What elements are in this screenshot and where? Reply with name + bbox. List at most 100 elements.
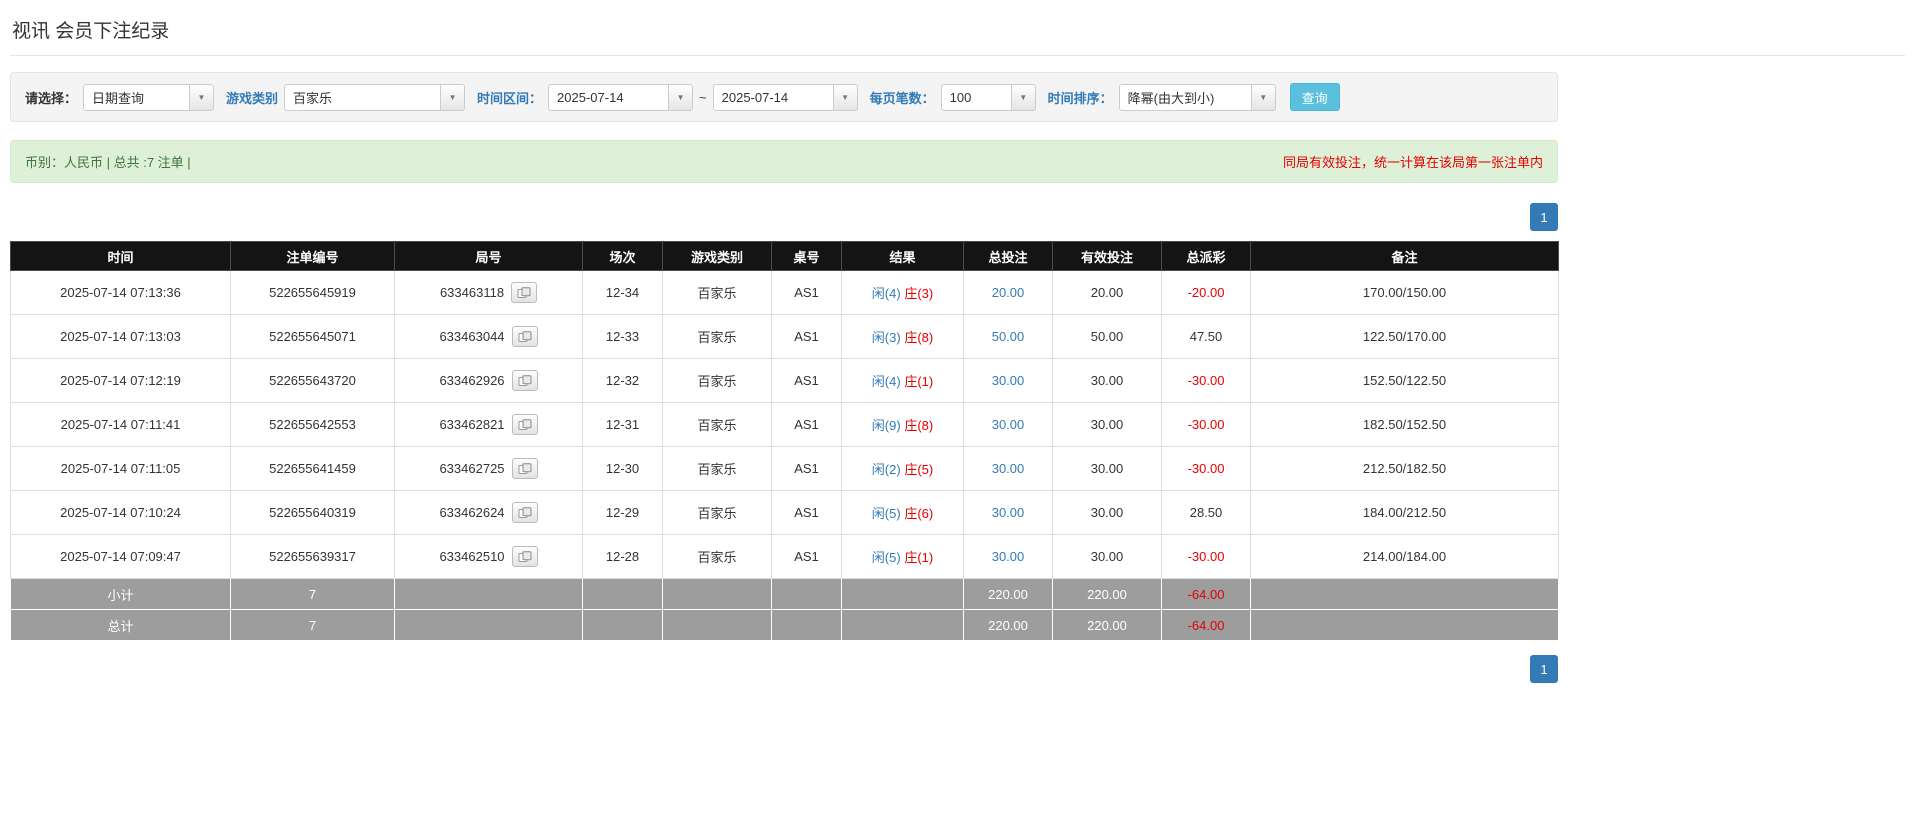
search-button[interactable]: 查询 xyxy=(1289,83,1340,111)
game-type-cell: 百家乐 xyxy=(662,358,772,403)
game-type-input[interactable] xyxy=(284,83,441,111)
bet-time-cell: 2025-07-14 07:11:05 xyxy=(10,446,231,491)
round-id-text: 633463044 xyxy=(439,329,505,344)
page-number-button[interactable]: 1 xyxy=(1530,655,1558,683)
bet-time-cell: 2025-07-14 07:13:36 xyxy=(10,270,231,315)
round-replay-button[interactable] xyxy=(511,414,538,435)
bet-time-cell: 2025-07-14 07:11:41 xyxy=(10,402,231,447)
sort-order-combobox[interactable]: ▼ xyxy=(1118,83,1276,111)
round-replay-button[interactable] xyxy=(511,458,538,479)
page-number-button[interactable]: 1 xyxy=(1530,203,1558,231)
payout-cell: -30.00 xyxy=(1161,358,1251,403)
column-header: 备注 xyxy=(1250,241,1559,271)
date-to-input[interactable] xyxy=(712,83,833,111)
round-id-text: 633462624 xyxy=(439,505,505,520)
round-replay-button[interactable] xyxy=(511,546,538,567)
result-player: 闲(5) xyxy=(871,506,901,521)
page-size-input[interactable] xyxy=(940,83,1011,111)
total-bet-link[interactable]: 30.00 xyxy=(992,461,1025,476)
subtotal-count: 7 xyxy=(230,578,395,610)
query-mode-combobox[interactable]: ▼ xyxy=(83,83,215,111)
total-bet-cell: 30.00 xyxy=(963,490,1053,535)
total-bet-link[interactable]: 30.00 xyxy=(992,549,1025,564)
sort-order-caret-button[interactable]: ▼ xyxy=(1250,83,1276,111)
subtotal-payout: -64.00 xyxy=(1161,578,1251,610)
result-banker: 庄(6) xyxy=(904,506,934,521)
pagination-top: 1 xyxy=(10,203,1558,231)
page-size-combobox[interactable]: ▼ xyxy=(940,83,1036,111)
session-cell: 12-33 xyxy=(582,314,663,359)
table-number-cell: AS1 xyxy=(771,314,842,359)
result-player: 闲(5) xyxy=(871,550,901,565)
date-from-caret-button[interactable]: ▼ xyxy=(668,83,694,111)
payout-cell: 28.50 xyxy=(1161,490,1251,535)
bet-id-cell: 522655640319 xyxy=(230,490,395,535)
currency-summary-text: 币别：人民币 | 总共 :7 注单 | xyxy=(25,155,191,170)
round-id-text: 633463118 xyxy=(439,285,505,300)
column-header: 场次 xyxy=(582,241,663,271)
total-bet-cell: 20.00 xyxy=(963,270,1053,315)
query-mode-input[interactable] xyxy=(83,83,190,111)
session-cell: 12-28 xyxy=(582,534,663,579)
date-to-combobox[interactable]: ▼ xyxy=(712,83,858,111)
cards-icon xyxy=(518,418,532,430)
column-header: 总派彩 xyxy=(1161,241,1251,271)
chevron-down-icon: ▼ xyxy=(676,92,685,102)
filter-bar: 请选择： ▼ 游戏类别 ▼ 时间区间： ▼ ~ ▼ 每页笔数： ▼ 时间排序： … xyxy=(10,72,1558,122)
result-cell: 闲(9) 庄(8) xyxy=(841,402,964,447)
date-to-caret-button[interactable]: ▼ xyxy=(832,83,858,111)
table-row: 2025-07-14 07:12:19 522655643720 6334629… xyxy=(10,358,1559,403)
page-size-caret-button[interactable]: ▼ xyxy=(1010,83,1036,111)
cards-icon xyxy=(518,374,532,386)
round-replay-button[interactable] xyxy=(511,370,538,391)
cards-icon xyxy=(518,330,532,342)
round-replay-button[interactable] xyxy=(511,502,538,523)
total-bet-link[interactable]: 50.00 xyxy=(992,329,1025,344)
table-number-cell: AS1 xyxy=(771,270,842,315)
bet-id-cell: 522655645071 xyxy=(230,314,395,359)
bet-records-table: 时间 注单编号 局号 场次 游戏类别 桌号 结果 总投注 有效投注 总派彩 备注 2025-07-1… xyxy=(10,241,1559,641)
round-replay-button[interactable] xyxy=(511,326,538,347)
game-type-combobox[interactable]: ▼ xyxy=(284,83,466,111)
session-cell: 12-31 xyxy=(582,402,663,447)
round-id-cell: 633462510 xyxy=(394,534,583,579)
total-bet-link[interactable]: 30.00 xyxy=(992,417,1025,432)
result-cell: 闲(2) 庄(5) xyxy=(841,446,964,491)
result-banker: 庄(1) xyxy=(904,374,934,389)
valid-bet-cell: 30.00 xyxy=(1052,490,1162,535)
cards-icon xyxy=(518,506,532,518)
result-player: 闲(4) xyxy=(871,286,901,301)
total-bet-cell: 30.00 xyxy=(963,358,1053,403)
bet-id-cell: 522655645919 xyxy=(230,270,395,315)
date-range-separator: ~ xyxy=(699,89,707,105)
date-from-combobox[interactable]: ▼ xyxy=(548,83,694,111)
pagination-bottom: 1 xyxy=(10,655,1558,683)
table-header-row: 时间 注单编号 局号 场次 游戏类别 桌号 结果 总投注 有效投注 总派彩 备注 xyxy=(10,241,1559,271)
round-replay-button[interactable] xyxy=(511,282,538,303)
bet-id-cell: 522655639317 xyxy=(230,534,395,579)
sort-order-input[interactable] xyxy=(1118,83,1251,111)
round-id-text: 633462725 xyxy=(439,461,505,476)
total-bet-link[interactable]: 30.00 xyxy=(992,505,1025,520)
result-cell: 闲(5) 庄(6) xyxy=(841,490,964,535)
grand-total-count: 7 xyxy=(230,609,395,641)
total-bet-cell: 30.00 xyxy=(963,402,1053,447)
total-bet-link[interactable]: 20.00 xyxy=(992,285,1025,300)
game-type-caret-button[interactable]: ▼ xyxy=(440,83,466,111)
total-bet-link[interactable]: 30.00 xyxy=(992,373,1025,388)
table-number-cell: AS1 xyxy=(771,534,842,579)
result-banker: 庄(3) xyxy=(904,286,934,301)
valid-bet-cell: 30.00 xyxy=(1052,402,1162,447)
result-player: 闲(9) xyxy=(871,418,901,433)
subtotal-label: 小计 xyxy=(10,578,231,610)
date-from-input[interactable] xyxy=(548,83,669,111)
round-id-cell: 633462926 xyxy=(394,358,583,403)
bet-time-cell: 2025-07-14 07:13:03 xyxy=(10,314,231,359)
grand-total-total-bet: 220.00 xyxy=(963,609,1053,641)
query-mode-caret-button[interactable]: ▼ xyxy=(189,83,215,111)
round-id-cell: 633463118 xyxy=(394,270,583,315)
chevron-down-icon: ▼ xyxy=(448,92,457,102)
column-header: 桌号 xyxy=(771,241,842,271)
column-header: 游戏类别 xyxy=(662,241,772,271)
remark-cell: 184.00/212.50 xyxy=(1250,490,1559,535)
